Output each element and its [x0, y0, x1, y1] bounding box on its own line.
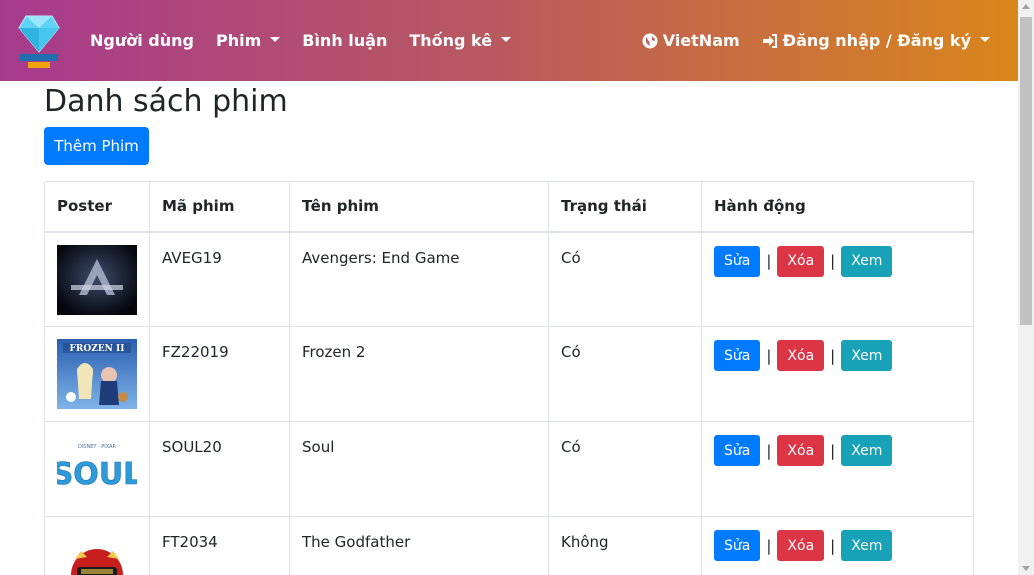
poster-cell: FROZEN II: [44, 326, 150, 422]
movie-status: Có: [548, 326, 702, 422]
movie-status: Có: [548, 231, 702, 327]
scrollbar-thumb[interactable]: [1020, 17, 1032, 325]
view-button[interactable]: Xem: [841, 340, 893, 371]
scroll-up-arrow-icon[interactable]: [1022, 4, 1030, 9]
movie-code: SOUL20: [149, 421, 290, 517]
nav-statistics-label: Thống kê: [409, 31, 493, 50]
view-button[interactable]: Xem: [841, 245, 893, 277]
movie-name: Frozen 2: [289, 326, 549, 422]
auth-label: Đăng nhập / Đăng ký: [782, 31, 971, 50]
page-title: Danh sách phim: [44, 84, 288, 119]
language-selector[interactable]: VietNam: [642, 31, 740, 50]
actions-cell: Sửa | Xóa | Xem: [701, 231, 974, 327]
action-separator: |: [830, 536, 836, 555]
table-row: AVEG19 Avengers: End Game Có Sửa | Xóa |…: [44, 231, 974, 327]
header-status: Trạng thái: [548, 181, 702, 233]
svg-text:SOUL: SOUL: [57, 457, 137, 492]
table-row: DISNEY · PIXAR SOUL SOUL20 Soul Có Sửa |…: [44, 421, 974, 517]
caret-down-icon: [980, 37, 990, 42]
caret-down-icon: [270, 37, 281, 42]
nav-comments[interactable]: Bình luận: [302, 31, 387, 50]
actions-cell: Sửa | Xóa | Xem: [701, 326, 974, 422]
actions-cell: Sửa | Xóa | Xem: [701, 421, 974, 517]
movie-name: Soul: [289, 421, 549, 517]
delete-button[interactable]: Xóa: [777, 340, 825, 371]
add-movie-button[interactable]: Thêm Phim: [44, 127, 149, 165]
nav-users[interactable]: Người dùng: [90, 31, 194, 50]
avengers-endgame-poster: [57, 244, 137, 315]
header-name: Tên phim: [289, 181, 549, 233]
movie-name: Avengers: End Game: [289, 231, 549, 327]
edit-button[interactable]: Sửa: [714, 435, 761, 466]
frozen-2-poster: FROZEN II: [57, 339, 137, 409]
action-separator: |: [766, 252, 772, 270]
actions-cell: Sửa | Xóa | Xem: [701, 516, 974, 575]
header-code: Mã phim: [149, 181, 290, 233]
scroll-down-arrow-icon[interactable]: [1022, 566, 1030, 571]
table-row: FROZEN II FZ22019 Frozen 2 Có Sửa | Xóa …: [44, 326, 974, 422]
view-button[interactable]: Xem: [841, 530, 893, 561]
nav-users-label: Người dùng: [90, 31, 194, 50]
nav-comments-label: Bình luận: [302, 31, 388, 50]
table-header-row: Poster Mã phim Tên phim Trạng thái Hành …: [44, 181, 974, 233]
delete-button[interactable]: Xóa: [777, 245, 825, 277]
movie-code: AVEG19: [149, 231, 290, 327]
nav-movies-label: Phim: [215, 31, 262, 50]
action-separator: |: [766, 346, 772, 365]
godfather-poster: [57, 529, 137, 575]
action-separator: |: [830, 346, 836, 365]
view-button[interactable]: Xem: [841, 435, 893, 466]
soul-poster: DISNEY · PIXAR SOUL: [57, 434, 137, 504]
sign-in-icon: [762, 33, 778, 49]
diamond-logo[interactable]: [18, 12, 60, 70]
caret-down-icon: [501, 37, 512, 42]
vertical-scrollbar[interactable]: [1018, 0, 1034, 575]
delete-button[interactable]: Xóa: [777, 530, 825, 561]
movie-status: Có: [548, 421, 702, 517]
movie-code: FT2034: [149, 516, 290, 575]
language-label: VietNam: [662, 31, 740, 50]
auth-dropdown[interactable]: Đăng nhập / Đăng ký: [762, 31, 990, 50]
globe-icon: [642, 33, 658, 49]
action-separator: |: [766, 441, 772, 460]
svg-text:DISNEY · PIXAR: DISNEY · PIXAR: [78, 444, 117, 450]
navbar: Người dùng Phim Bình luận Thống kê VietN…: [0, 0, 1018, 81]
poster-cell: DISNEY · PIXAR SOUL: [44, 421, 150, 517]
edit-button[interactable]: Sửa: [714, 245, 761, 277]
table-row: FT2034 The Godfather Không Sửa | Xóa | X…: [44, 516, 974, 575]
action-separator: |: [830, 441, 836, 460]
movie-code: FZ22019: [149, 326, 290, 422]
nav-statistics-dropdown[interactable]: Thống kê: [409, 31, 512, 50]
edit-button[interactable]: Sửa: [714, 340, 761, 371]
edit-button[interactable]: Sửa: [714, 530, 761, 561]
poster-cell: [44, 516, 150, 575]
header-poster: Poster: [44, 181, 150, 233]
header-actions: Hành động: [701, 181, 974, 233]
movie-table: Poster Mã phim Tên phim Trạng thái Hành …: [44, 181, 974, 575]
action-separator: |: [766, 536, 772, 555]
movie-status: Không: [548, 516, 702, 575]
delete-button[interactable]: Xóa: [777, 435, 825, 466]
nav-movies-dropdown[interactable]: Phim: [215, 31, 281, 50]
movie-name: The Godfather: [289, 516, 549, 575]
action-separator: |: [830, 252, 836, 270]
poster-cell: [44, 231, 150, 327]
svg-text:FROZEN II: FROZEN II: [70, 344, 125, 354]
